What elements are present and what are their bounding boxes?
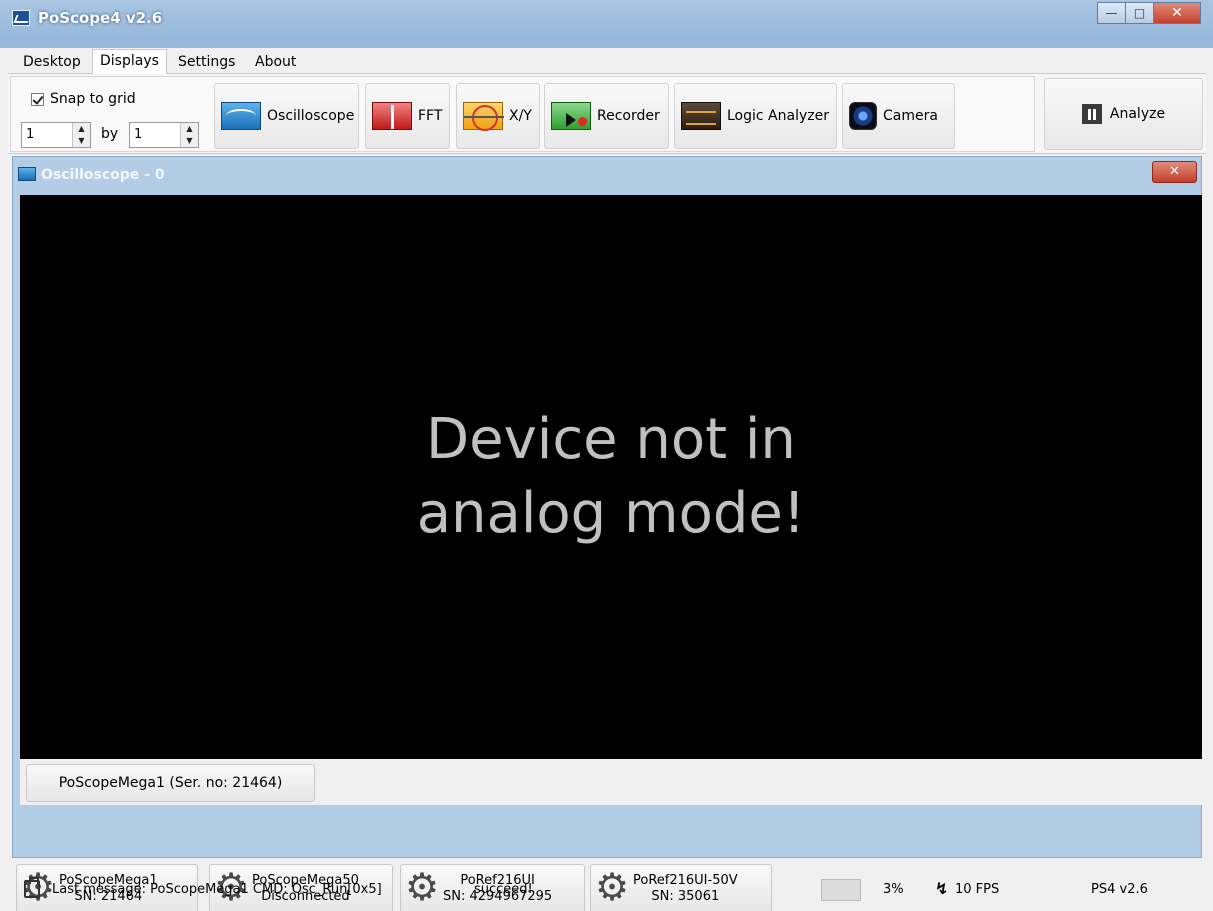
- clipboard-icon: [24, 877, 40, 898]
- camera-button[interactable]: Camera: [842, 83, 955, 149]
- xy-label: X/Y: [509, 108, 532, 124]
- device-tab-bar: PoScopeMega1 (Ser. no: 21464): [20, 759, 1202, 805]
- fft-icon: [372, 102, 412, 130]
- cpu-load-bar: [821, 879, 861, 901]
- command-result: succeed!: [474, 882, 533, 897]
- fps-icon: ↯: [935, 879, 949, 898]
- minimize-button[interactable]: —: [1097, 2, 1126, 24]
- logic-analyzer-label: Logic Analyzer: [727, 108, 829, 124]
- maximize-button[interactable]: □: [1125, 2, 1154, 24]
- snap-to-grid-toggle[interactable]: Snap to grid: [31, 91, 136, 107]
- scope-display[interactable]: Device not in analog mode!: [20, 195, 1202, 759]
- tab-displays[interactable]: Displays: [92, 49, 167, 74]
- pause-icon: [1081, 104, 1102, 124]
- main-client-area: Desktop Displays Settings About Snap to …: [8, 48, 1206, 911]
- oscilloscope-icon: [18, 167, 36, 181]
- grid-rows-value: 1: [134, 127, 143, 142]
- spin-up-icon[interactable]: ▲: [181, 123, 198, 135]
- subwindow-title: Oscilloscope - 0: [41, 167, 165, 183]
- fft-button[interactable]: FFT: [365, 83, 450, 149]
- analyze-button[interactable]: Analyze: [1044, 78, 1203, 150]
- menu-tabs: Desktop Displays Settings About: [8, 48, 1206, 74]
- recorder-icon: [551, 102, 591, 130]
- tab-settings[interactable]: Settings: [171, 52, 242, 74]
- window-title: PoScope4 v2.6: [38, 9, 163, 27]
- fft-label: FFT: [418, 108, 443, 124]
- window-controls: — □ ✕: [1097, 2, 1201, 24]
- oscilloscope-button[interactable]: Oscilloscope: [214, 83, 359, 149]
- cpu-load-text: 3%: [883, 882, 904, 897]
- analyze-label: Analyze: [1109, 106, 1166, 122]
- close-button[interactable]: ✕: [1153, 2, 1201, 24]
- subwindow-close-button[interactable]: ✕: [1152, 161, 1197, 183]
- grid-by-label: by: [101, 126, 119, 142]
- snap-to-grid-checkbox[interactable]: [31, 92, 44, 106]
- grid-rows-spinner[interactable]: 1 ▲ ▼: [129, 122, 199, 148]
- grid-columns-stepper[interactable]: ▲ ▼: [72, 123, 90, 147]
- oscilloscope-label: Oscilloscope: [267, 108, 355, 124]
- tab-desktop[interactable]: Desktop: [16, 52, 88, 74]
- logic-analyzer-icon: [681, 102, 721, 130]
- xy-button[interactable]: X/Y: [456, 83, 540, 149]
- grid-rows-stepper[interactable]: ▲ ▼: [180, 123, 198, 147]
- camera-label: Camera: [883, 108, 938, 124]
- spin-up-icon[interactable]: ▲: [73, 123, 90, 135]
- device-mode-message: Device not in analog mode!: [416, 407, 806, 546]
- oscilloscope-subwindow: Oscilloscope - 0 ✕ Device not in analog …: [12, 156, 1202, 858]
- displays-ribbon: Snap to grid 1 ▲ ▼ by 1 ▲ ▼ Oscilloscope F…: [8, 74, 1206, 154]
- tab-about[interactable]: About: [248, 52, 303, 74]
- recorder-label: Recorder: [597, 108, 660, 124]
- poscope-app-icon: [12, 10, 30, 26]
- app-version: PS4 v2.6: [1091, 882, 1148, 897]
- grid-columns-value: 1: [26, 127, 35, 142]
- spin-down-icon[interactable]: ▼: [73, 135, 90, 147]
- subwindow-title-bar[interactable]: Oscilloscope - 0 ✕: [13, 157, 1201, 193]
- fps-readout: 10 FPS: [955, 882, 1000, 897]
- display-tools-group: Snap to grid 1 ▲ ▼ by 1 ▲ ▼ Oscilloscope F…: [10, 76, 1035, 152]
- status-bar: Last message: PoScopeMega1 CMD: Osc_Run[…: [8, 876, 1206, 904]
- recorder-button[interactable]: Recorder: [544, 83, 669, 149]
- last-message: Last message: PoScopeMega1 CMD: Osc_Run[…: [52, 882, 382, 897]
- grid-columns-spinner[interactable]: 1 ▲ ▼: [21, 122, 91, 148]
- spin-down-icon[interactable]: ▼: [181, 135, 198, 147]
- oscilloscope-icon: [221, 102, 261, 130]
- xy-icon: [463, 102, 504, 131]
- device-tab-poscopemega1[interactable]: PoScopeMega1 (Ser. no: 21464): [26, 764, 315, 802]
- window-title-bar: PoScope4 v2.6 — □ ✕: [0, 0, 1213, 48]
- camera-icon: [849, 102, 877, 130]
- snap-to-grid-label: Snap to grid: [50, 91, 136, 107]
- logic-analyzer-button[interactable]: Logic Analyzer: [674, 83, 837, 149]
